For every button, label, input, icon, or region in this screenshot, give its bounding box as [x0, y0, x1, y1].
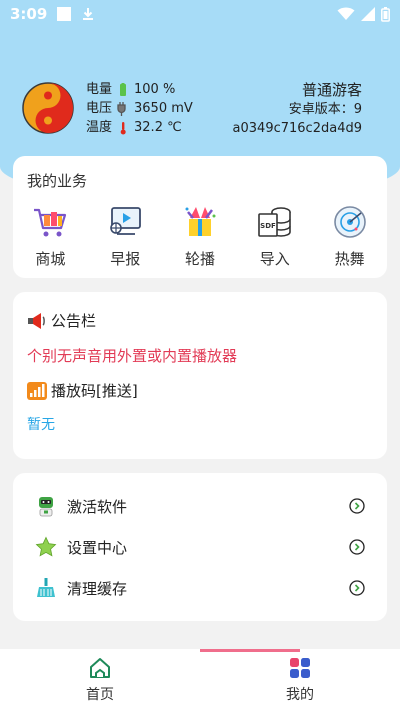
plug-icon [117, 101, 126, 116]
chevron-right-icon [349, 498, 365, 514]
service-import[interactable]: SDF 导入 [237, 204, 312, 269]
svg-text:SDF: SDF [260, 222, 276, 230]
service-label: 热舞 [334, 250, 365, 268]
menu-card: 激活软件 设置中心 清理缓存 [13, 473, 387, 621]
shopping-cart-icon [34, 208, 67, 237]
nav-mine[interactable]: 我的 [200, 649, 400, 711]
temperature-label: 温度 [86, 120, 113, 135]
play-code-title: 播放码[推送] [51, 382, 138, 400]
device-id: a0349c716c2da4d9 [232, 121, 362, 136]
menu-item-settings[interactable]: 设置中心 [35, 531, 365, 563]
notification-icon [57, 7, 72, 21]
wifi-icon [337, 7, 355, 20]
voltage-value: 3650 mV [134, 101, 193, 116]
play-code-header: 播放码[推送] [27, 380, 138, 401]
download-icon [83, 8, 94, 20]
play-code-value: 暂无 [27, 417, 55, 433]
notice-header: 公告栏 [27, 310, 96, 331]
service-label: 轮播 [184, 250, 215, 268]
monitor-play-icon [110, 207, 142, 235]
menu-item-activate[interactable]: 激活软件 [35, 490, 365, 522]
signal-bars-icon [27, 381, 47, 400]
radar-disc-icon [333, 206, 366, 238]
status-bar: 3:09 [0, 0, 400, 28]
gift-box-icon [185, 207, 216, 236]
user-info: 普通游客 安卓版本：9 a0349c716c2da4d9 [233, 80, 362, 138]
nav-label: 首页 [86, 687, 114, 703]
menu-label: 清理缓存 [67, 579, 128, 598]
service-shop[interactable]: 商城 [13, 204, 88, 269]
menu-label: 激活软件 [67, 497, 128, 516]
battery-level-icon [120, 82, 127, 96]
broom-icon [37, 578, 55, 597]
status-time: 3:09 [10, 5, 48, 23]
voltage-label: 电压 [86, 101, 113, 116]
megaphone-icon [28, 312, 45, 329]
nav-home[interactable]: 首页 [0, 649, 200, 711]
avatar[interactable] [22, 82, 74, 134]
service-label: 商城 [35, 250, 66, 268]
chevron-right-icon [349, 539, 365, 555]
menu-label: 设置中心 [67, 538, 128, 557]
bottom-nav: 首页 我的 [0, 649, 400, 711]
battery-label: 电量 [86, 82, 113, 97]
robot-icon [39, 497, 53, 517]
thermometer-icon [120, 121, 126, 134]
services-grid: 商城 早报 轮播 SDF 导入 热舞 [13, 204, 387, 269]
service-label: 早报 [110, 250, 141, 268]
service-news[interactable]: 早报 [88, 204, 163, 269]
menu-item-clear-cache[interactable]: 清理缓存 [35, 572, 365, 604]
services-card: 我的业务 商城 早报 轮播 SDF 导入 热舞 [13, 156, 387, 278]
chevron-right-icon [349, 580, 365, 596]
home-icon [90, 658, 110, 678]
battery-icon [381, 6, 390, 22]
user-name: 普通游客 [301, 81, 362, 99]
android-version: 安卓版本：9 [288, 102, 362, 117]
service-label: 导入 [259, 250, 290, 268]
notice-card: 公告栏 个别无声音用外置或内置播放器 播放码[推送] 暂无 [13, 292, 387, 459]
notice-title: 公告栏 [51, 312, 97, 330]
services-title: 我的业务 [27, 172, 88, 190]
service-dance[interactable]: 热舞 [312, 204, 387, 269]
temperature-value: 32.2 ℃ [134, 120, 182, 135]
notice-message: 个别无声音用外置或内置播放器 [27, 347, 238, 365]
grid-icon [290, 658, 310, 678]
sdf-database-icon: SDF [257, 207, 291, 237]
battery-value: 100 % [134, 82, 176, 97]
signal-icon [361, 7, 375, 21]
service-carousel[interactable]: 轮播 [163, 204, 238, 269]
star-icon [35, 536, 57, 557]
nav-label: 我的 [286, 687, 314, 703]
device-info: 电量 100 % 电压 3650 mV 温度 32.2 ℃ [86, 80, 193, 137]
